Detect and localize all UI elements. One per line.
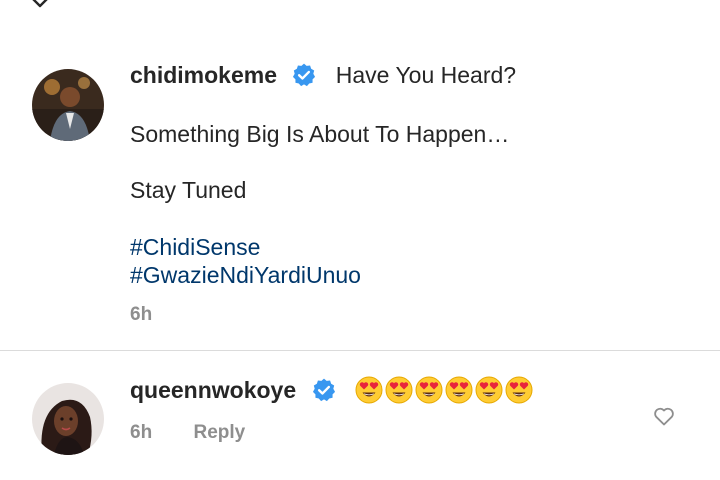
- comment-author-avatar[interactable]: [32, 383, 104, 455]
- comment-body: queennwokoye: [130, 376, 535, 410]
- divider: [0, 350, 720, 351]
- back-arrow-icon[interactable]: [28, 0, 52, 10]
- heart-eyes-emoji-icon: [445, 376, 473, 404]
- heart-eyes-emoji-icon: [415, 376, 443, 404]
- reply-button[interactable]: Reply: [193, 422, 245, 443]
- hashtag-link-2[interactable]: #GwazieNdiYardiUnuo: [130, 262, 361, 289]
- heart-eyes-emoji-icon: [475, 376, 503, 404]
- hashtag-link-1[interactable]: #ChidiSense: [130, 234, 260, 261]
- comment-emoji-row: [355, 376, 535, 410]
- like-heart-icon[interactable]: [652, 404, 676, 428]
- post-timestamp: 6h: [130, 304, 153, 325]
- post-author-avatar[interactable]: [32, 69, 104, 141]
- heart-eyes-emoji-icon: [385, 376, 413, 404]
- caption-line-1: Have You Heard?: [335, 62, 517, 88]
- post-username[interactable]: chidimokeme: [130, 62, 277, 88]
- comment-username[interactable]: queennwokoye: [130, 377, 296, 403]
- verified-badge-icon: [312, 378, 335, 402]
- comment-meta: 6h Reply: [130, 422, 245, 444]
- caption-line-3: Stay Tuned: [130, 177, 247, 203]
- post-header: chidimokeme Have You Heard?: [130, 62, 516, 89]
- caption-line-2: Something Big Is About To Happen…: [130, 121, 510, 147]
- verified-badge-icon: [293, 63, 316, 87]
- heart-eyes-emoji-icon: [355, 376, 383, 404]
- heart-eyes-emoji-icon: [505, 376, 533, 404]
- comment-timestamp: 6h: [130, 422, 153, 443]
